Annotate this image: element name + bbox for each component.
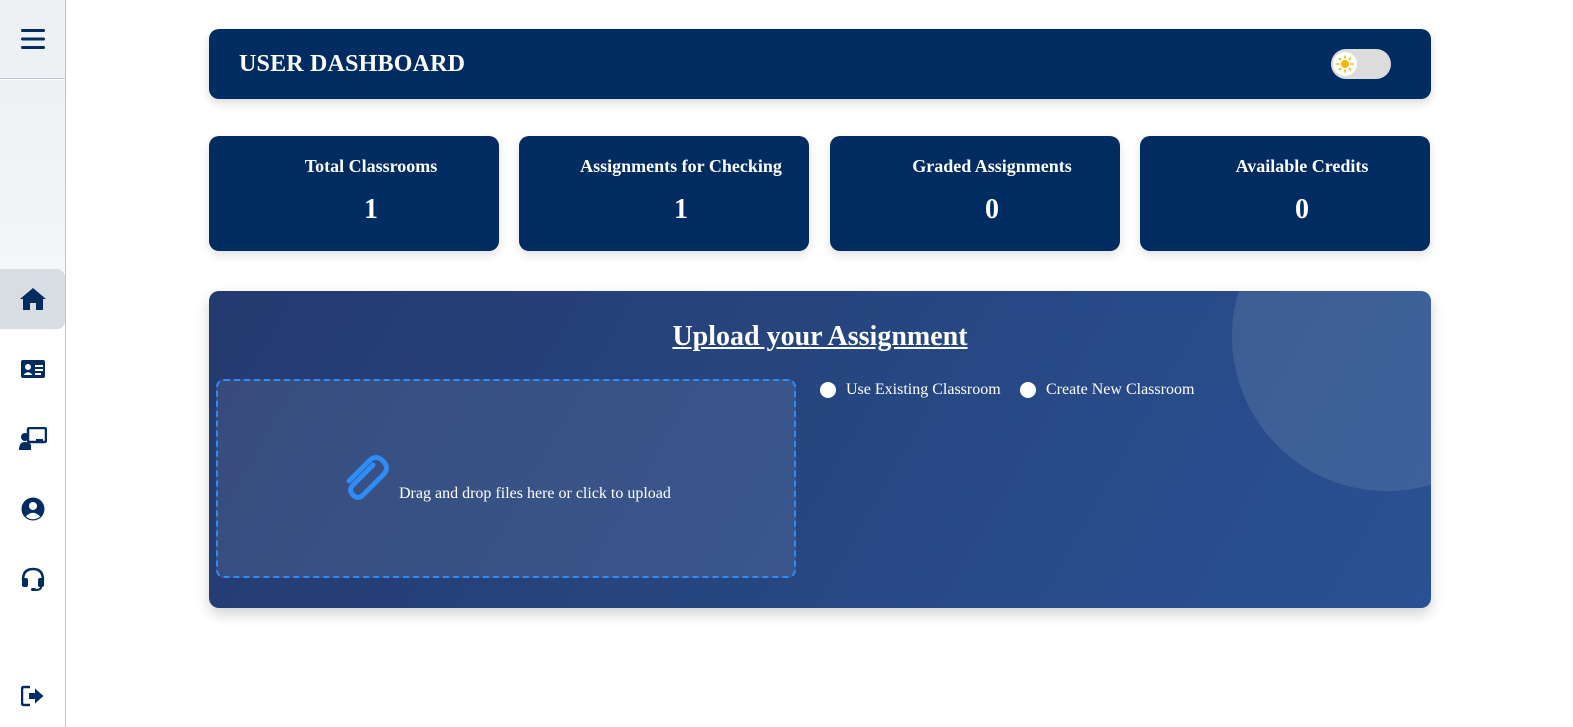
dashboard-header: USER DASHBOARD	[209, 29, 1431, 99]
stat-card-graded-assignments: Graded Assignments 0	[830, 136, 1120, 251]
stat-card-available-credits: Available Credits 0	[1140, 136, 1430, 251]
dropzone-text: Drag and drop files here or click to upl…	[399, 485, 671, 502]
page-title: USER DASHBOARD	[239, 51, 466, 77]
stat-label: Available Credits	[1235, 156, 1369, 176]
radio-button[interactable]	[1020, 382, 1036, 398]
hamburger-menu-icon	[20, 29, 45, 49]
sidebar-item-classrooms[interactable]	[0, 409, 65, 469]
sidebar-background	[0, 80, 65, 270]
sidebar-item-support[interactable]	[0, 549, 65, 609]
sun-icon	[1336, 55, 1354, 73]
radio-create-new-classroom[interactable]: Create New Classroom	[1020, 381, 1194, 399]
upload-panel: Upload your Assignment Drag and drop fil…	[209, 291, 1431, 608]
chalkboard-teacher-icon	[18, 427, 47, 450]
radio-use-existing-classroom[interactable]: Use Existing Classroom	[820, 381, 1001, 399]
menu-toggle-button[interactable]	[0, 0, 65, 79]
sidebar-item-logout[interactable]	[0, 666, 65, 726]
logout-icon	[20, 685, 43, 707]
sidebar	[0, 0, 66, 727]
radio-label: Create New Classroom	[1046, 381, 1195, 398]
stat-value: 1	[364, 194, 378, 225]
headset-icon	[21, 567, 44, 591]
sidebar-item-profile-card[interactable]	[0, 339, 65, 399]
stat-value: 0	[1295, 194, 1309, 225]
stat-label: Graded Assignments	[912, 156, 1072, 176]
paperclip-icon	[346, 455, 389, 500]
id-card-icon	[20, 360, 45, 378]
stat-value: 0	[985, 194, 999, 225]
stat-card-assignments-for-checking: Assignments for Checking 1	[519, 136, 809, 251]
theme-toggle[interactable]	[1331, 49, 1391, 79]
radio-label: Use Existing Classroom	[846, 381, 1001, 398]
radio-button[interactable]	[820, 382, 836, 398]
stat-card-total-classrooms: Total Classrooms 1	[209, 136, 499, 251]
home-icon	[19, 288, 46, 310]
stat-label: Total Classrooms	[304, 156, 438, 176]
user-circle-icon	[21, 497, 44, 521]
toggle-knob	[1333, 52, 1357, 76]
sidebar-item-home[interactable]	[0, 269, 65, 329]
sidebar-item-account[interactable]	[0, 479, 65, 539]
file-dropzone[interactable]: Drag and drop files here or click to upl…	[216, 379, 796, 578]
upload-title: Upload your Assignment	[672, 321, 968, 352]
stat-value: 1	[674, 194, 688, 225]
stat-label: Assignments for Checking	[580, 156, 782, 176]
